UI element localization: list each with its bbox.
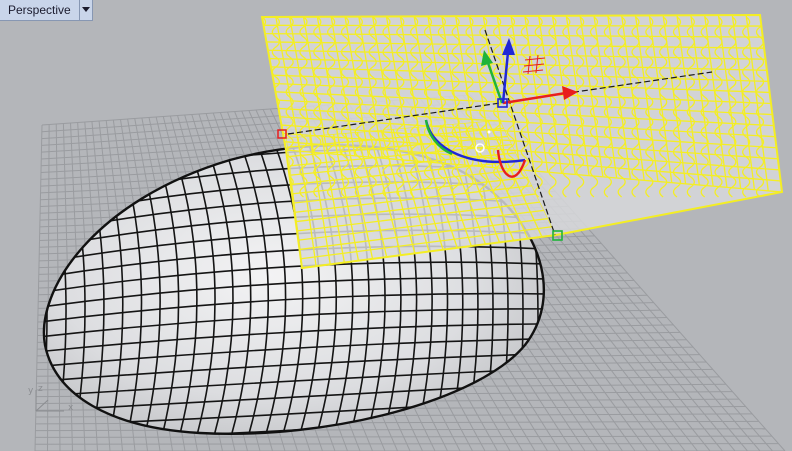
viewport-title[interactable]: Perspective — [0, 0, 80, 20]
viewport-scene[interactable] — [0, 0, 792, 451]
chevron-down-icon — [81, 7, 90, 12]
viewport-tab[interactable]: Perspective — [0, 0, 93, 21]
axis-label-x: x — [68, 403, 74, 413]
perspective-viewport[interactable]: Perspective y z x — [0, 0, 792, 451]
selected-surface[interactable] — [259, 13, 784, 270]
axis-label-z: z — [38, 384, 43, 394]
gumball-dot — [487, 130, 491, 134]
axis-label-y: y — [28, 386, 34, 396]
viewport-menu-button[interactable] — [79, 0, 92, 20]
